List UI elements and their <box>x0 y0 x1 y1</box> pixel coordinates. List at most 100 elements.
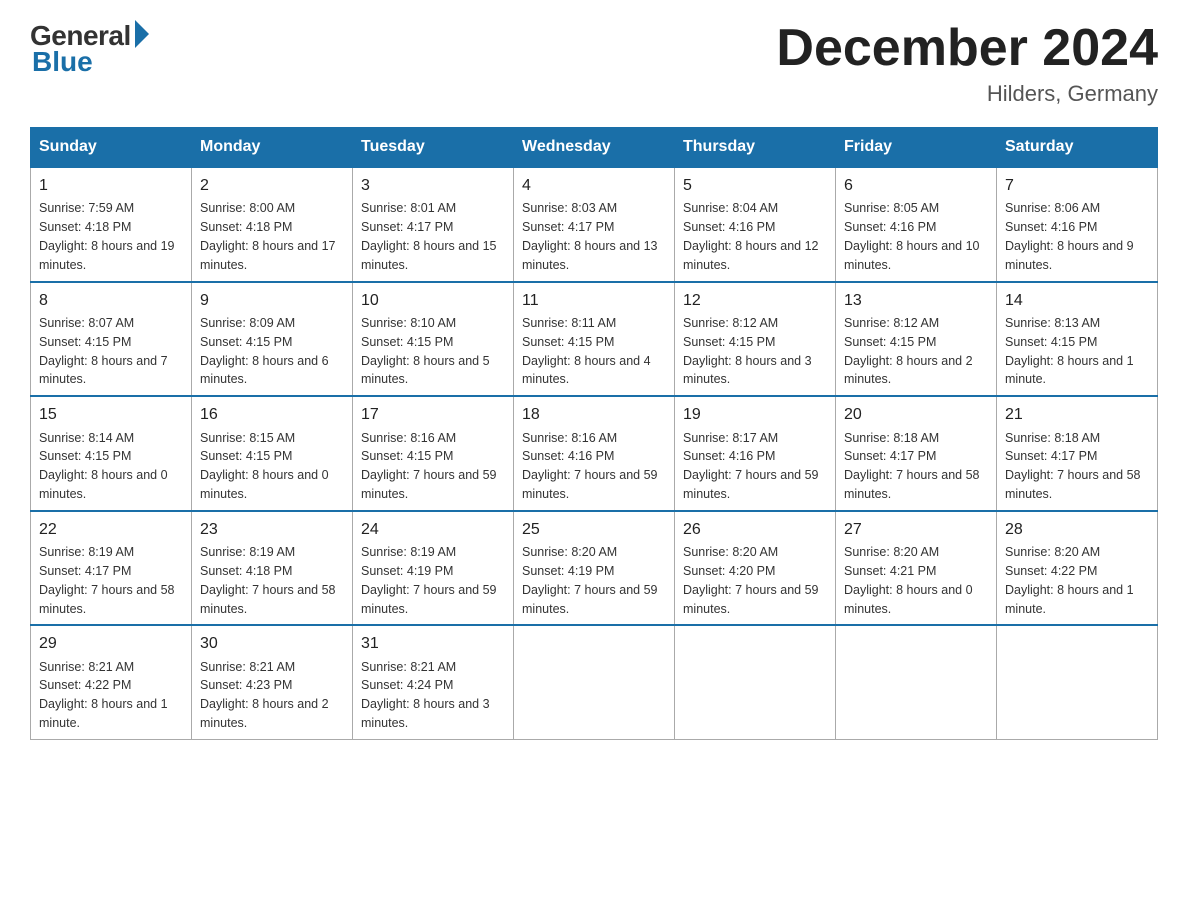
week-row-5: 29 Sunrise: 8:21 AMSunset: 4:22 PMDayligh… <box>31 625 1158 739</box>
calendar-cell: 27 Sunrise: 8:20 AMSunset: 4:21 PMDayligh… <box>836 511 997 626</box>
day-number: 3 <box>361 174 505 197</box>
calendar-cell: 23 Sunrise: 8:19 AMSunset: 4:18 PMDayligh… <box>192 511 353 626</box>
header-monday: Monday <box>192 128 353 168</box>
header-sunday: Sunday <box>31 128 192 168</box>
day-number: 4 <box>522 174 666 197</box>
calendar-cell: 3 Sunrise: 8:01 AMSunset: 4:17 PMDaylight… <box>353 167 514 282</box>
week-row-1: 1Sunrise: 7:59 AMSunset: 4:18 PMDaylight… <box>31 167 1158 282</box>
day-number: 26 <box>683 518 827 541</box>
day-number: 5 <box>683 174 827 197</box>
day-number: 23 <box>200 518 344 541</box>
logo-arrow-icon <box>135 20 149 48</box>
day-info: Sunrise: 8:21 AMSunset: 4:24 PMDaylight:… <box>361 660 490 731</box>
logo-blue-text: Blue <box>32 46 93 78</box>
day-number: 10 <box>361 289 505 312</box>
calendar-cell: 28Sunrise: 8:20 AMSunset: 4:22 PMDayligh… <box>997 511 1158 626</box>
calendar-cell: 13Sunrise: 8:12 AMSunset: 4:15 PMDayligh… <box>836 282 997 397</box>
day-info: Sunrise: 8:16 AMSunset: 4:15 PMDaylight:… <box>361 431 497 502</box>
day-info: Sunrise: 8:09 AMSunset: 4:15 PMDaylight:… <box>200 316 329 387</box>
calendar-cell: 22 Sunrise: 8:19 AMSunset: 4:17 PMDayligh… <box>31 511 192 626</box>
header-saturday: Saturday <box>997 128 1158 168</box>
day-number: 8 <box>39 289 183 312</box>
calendar-cell <box>675 625 836 739</box>
calendar-cell: 1Sunrise: 7:59 AMSunset: 4:18 PMDaylight… <box>31 167 192 282</box>
day-number: 2 <box>200 174 344 197</box>
day-number: 29 <box>39 632 183 655</box>
day-info: Sunrise: 8:12 AMSunset: 4:15 PMDaylight:… <box>844 316 973 387</box>
calendar-cell: 16Sunrise: 8:15 AMSunset: 4:15 PMDayligh… <box>192 396 353 511</box>
day-info: Sunrise: 8:20 AMSunset: 4:19 PMDaylight:… <box>522 545 658 616</box>
day-info: Sunrise: 8:20 AMSunset: 4:22 PMDaylight:… <box>1005 545 1134 616</box>
week-row-2: 8 Sunrise: 8:07 AMSunset: 4:15 PMDaylight… <box>31 282 1158 397</box>
day-info: Sunrise: 8:04 AMSunset: 4:16 PMDaylight:… <box>683 201 819 272</box>
day-number: 30 <box>200 632 344 655</box>
day-info: Sunrise: 8:03 AMSunset: 4:17 PMDaylight:… <box>522 201 658 272</box>
day-number: 21 <box>1005 403 1149 426</box>
calendar-cell: 2 Sunrise: 8:00 AMSunset: 4:18 PMDaylight… <box>192 167 353 282</box>
calendar-cell: 11Sunrise: 8:11 AMSunset: 4:15 PMDayligh… <box>514 282 675 397</box>
calendar-title: December 2024 <box>776 20 1158 77</box>
day-number: 19 <box>683 403 827 426</box>
day-number: 9 <box>200 289 344 312</box>
header-tuesday: Tuesday <box>353 128 514 168</box>
header-friday: Friday <box>836 128 997 168</box>
day-info: Sunrise: 8:18 AMSunset: 4:17 PMDaylight:… <box>844 431 980 502</box>
day-info: Sunrise: 8:20 AMSunset: 4:20 PMDaylight:… <box>683 545 819 616</box>
day-info: Sunrise: 8:21 AMSunset: 4:22 PMDaylight:… <box>39 660 168 731</box>
day-info: Sunrise: 8:00 AMSunset: 4:18 PMDaylight:… <box>200 201 336 272</box>
calendar-subtitle: Hilders, Germany <box>776 81 1158 107</box>
page-header: General Blue December 2024 Hilders, Germ… <box>30 20 1158 107</box>
calendar-table: SundayMondayTuesdayWednesdayThursdayFrid… <box>30 127 1158 740</box>
day-info: Sunrise: 8:19 AMSunset: 4:18 PMDaylight:… <box>200 545 336 616</box>
day-info: Sunrise: 8:12 AMSunset: 4:15 PMDaylight:… <box>683 316 812 387</box>
week-row-4: 22 Sunrise: 8:19 AMSunset: 4:17 PMDayligh… <box>31 511 1158 626</box>
calendar-cell: 17 Sunrise: 8:16 AMSunset: 4:15 PMDayligh… <box>353 396 514 511</box>
calendar-cell: 20 Sunrise: 8:18 AMSunset: 4:17 PMDayligh… <box>836 396 997 511</box>
day-number: 20 <box>844 403 988 426</box>
title-section: December 2024 Hilders, Germany <box>776 20 1158 107</box>
calendar-cell: 15Sunrise: 8:14 AMSunset: 4:15 PMDayligh… <box>31 396 192 511</box>
day-info: Sunrise: 7:59 AMSunset: 4:18 PMDaylight:… <box>39 201 175 272</box>
day-info: Sunrise: 8:10 AMSunset: 4:15 PMDaylight:… <box>361 316 490 387</box>
calendar-cell: 18 Sunrise: 8:16 AMSunset: 4:16 PMDayligh… <box>514 396 675 511</box>
calendar-cell <box>836 625 997 739</box>
day-info: Sunrise: 8:19 AMSunset: 4:17 PMDaylight:… <box>39 545 175 616</box>
calendar-cell: 12Sunrise: 8:12 AMSunset: 4:15 PMDayligh… <box>675 282 836 397</box>
calendar-cell: 6 Sunrise: 8:05 AMSunset: 4:16 PMDaylight… <box>836 167 997 282</box>
day-number: 22 <box>39 518 183 541</box>
calendar-cell: 7Sunrise: 8:06 AMSunset: 4:16 PMDaylight… <box>997 167 1158 282</box>
calendar-cell: 31Sunrise: 8:21 AMSunset: 4:24 PMDayligh… <box>353 625 514 739</box>
day-number: 27 <box>844 518 988 541</box>
week-row-3: 15Sunrise: 8:14 AMSunset: 4:15 PMDayligh… <box>31 396 1158 511</box>
calendar-cell: 14Sunrise: 8:13 AMSunset: 4:15 PMDayligh… <box>997 282 1158 397</box>
day-number: 11 <box>522 289 666 312</box>
logo: General Blue <box>30 20 149 78</box>
calendar-cell <box>997 625 1158 739</box>
day-info: Sunrise: 8:05 AMSunset: 4:16 PMDaylight:… <box>844 201 980 272</box>
day-info: Sunrise: 8:07 AMSunset: 4:15 PMDaylight:… <box>39 316 168 387</box>
day-number: 7 <box>1005 174 1149 197</box>
day-number: 6 <box>844 174 988 197</box>
calendar-cell: 4 Sunrise: 8:03 AMSunset: 4:17 PMDaylight… <box>514 167 675 282</box>
header-thursday: Thursday <box>675 128 836 168</box>
header-wednesday: Wednesday <box>514 128 675 168</box>
day-number: 25 <box>522 518 666 541</box>
calendar-cell: 5 Sunrise: 8:04 AMSunset: 4:16 PMDaylight… <box>675 167 836 282</box>
day-info: Sunrise: 8:17 AMSunset: 4:16 PMDaylight:… <box>683 431 819 502</box>
day-info: Sunrise: 8:01 AMSunset: 4:17 PMDaylight:… <box>361 201 497 272</box>
day-number: 18 <box>522 403 666 426</box>
calendar-cell <box>514 625 675 739</box>
day-info: Sunrise: 8:16 AMSunset: 4:16 PMDaylight:… <box>522 431 658 502</box>
day-number: 24 <box>361 518 505 541</box>
calendar-cell: 24 Sunrise: 8:19 AMSunset: 4:19 PMDayligh… <box>353 511 514 626</box>
header-row: SundayMondayTuesdayWednesdayThursdayFrid… <box>31 128 1158 168</box>
day-number: 17 <box>361 403 505 426</box>
day-info: Sunrise: 8:15 AMSunset: 4:15 PMDaylight:… <box>200 431 329 502</box>
calendar-cell: 8 Sunrise: 8:07 AMSunset: 4:15 PMDaylight… <box>31 282 192 397</box>
day-info: Sunrise: 8:20 AMSunset: 4:21 PMDaylight:… <box>844 545 973 616</box>
day-info: Sunrise: 8:18 AMSunset: 4:17 PMDaylight:… <box>1005 431 1141 502</box>
day-info: Sunrise: 8:14 AMSunset: 4:15 PMDaylight:… <box>39 431 168 502</box>
day-info: Sunrise: 8:19 AMSunset: 4:19 PMDaylight:… <box>361 545 497 616</box>
calendar-cell: 21 Sunrise: 8:18 AMSunset: 4:17 PMDayligh… <box>997 396 1158 511</box>
calendar-cell: 25 Sunrise: 8:20 AMSunset: 4:19 PMDayligh… <box>514 511 675 626</box>
